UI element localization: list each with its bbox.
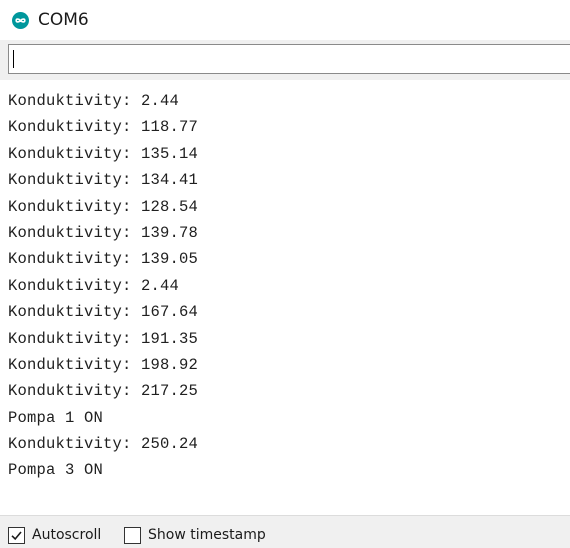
scrolled-off-line: · [8, 80, 75, 88]
output-line: Konduktivity: 128.54 [8, 197, 199, 216]
output-line: Konduktivity: 139.78 [8, 223, 199, 242]
arduino-infinity-icon [12, 12, 29, 29]
output-line: Konduktivity: 250.24 [8, 435, 199, 454]
output-line: Konduktivity: 134.41 [8, 171, 199, 190]
output-line: Konduktivity: 217.25 [8, 382, 199, 401]
serial-output[interactable]: · Konduktivity: 2.44 Konduktivity: 118.7… [0, 80, 570, 500]
output-line: Konduktivity: 118.77 [8, 118, 199, 137]
output-line: Konduktivity: 135.14 [8, 144, 199, 163]
output-line: Konduktivity: 139.05 [8, 250, 199, 269]
send-bar [0, 40, 570, 80]
output-lines: Konduktivity: 2.44 Konduktivity: 118.77 … [8, 88, 198, 484]
text-caret [13, 50, 14, 68]
output-line: Konduktivity: 2.44 [8, 92, 180, 110]
footer-bar: Autoscroll Show timestamp [0, 515, 570, 548]
show-timestamp-label[interactable]: Show timestamp [148, 526, 266, 544]
autoscroll-checkbox[interactable] [8, 527, 25, 544]
autoscroll-label[interactable]: Autoscroll [32, 526, 101, 544]
title-bar: COM6 [0, 0, 570, 38]
send-input[interactable] [8, 44, 570, 74]
window-title: COM6 [38, 10, 89, 30]
show-timestamp-checkbox[interactable] [124, 527, 141, 544]
output-line: Konduktivity: 198.92 [8, 355, 199, 374]
output-line: Pompa 1 ON [8, 408, 104, 427]
checkmark-icon [11, 531, 22, 541]
output-line: Pompa 3 ON [8, 461, 104, 480]
output-line: Konduktivity: 191.35 [8, 329, 199, 348]
output-line: Konduktivity: 2.44 [8, 276, 180, 295]
output-line: Konduktivity: 167.64 [8, 303, 199, 322]
